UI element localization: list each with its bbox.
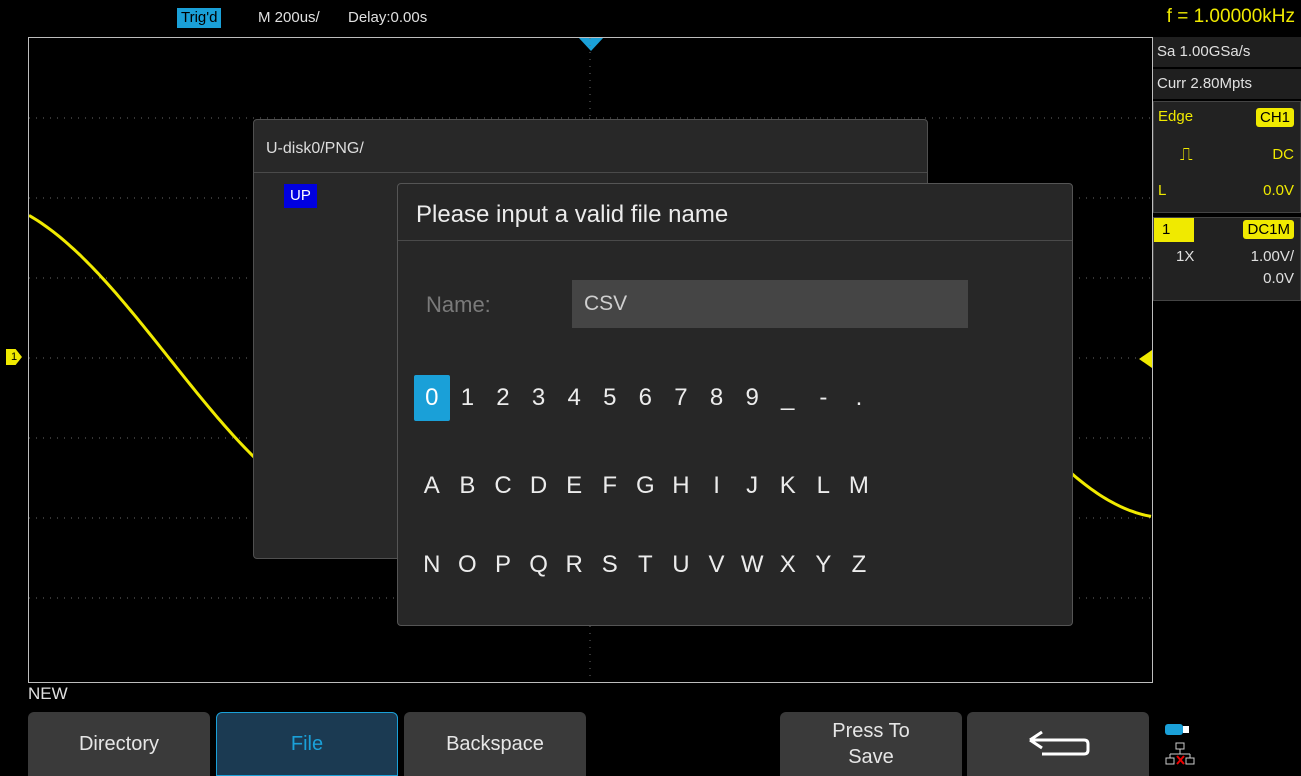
delay: Delay:0.00s [348, 9, 428, 26]
key-c[interactable]: C [485, 463, 521, 509]
ch1-offset-marker[interactable]: 1 [6, 349, 22, 365]
key-s[interactable]: S [592, 542, 628, 588]
key-e[interactable]: E [556, 463, 592, 509]
directory-softkey[interactable]: Directory [28, 712, 210, 776]
key-y[interactable]: Y [806, 542, 842, 588]
key-q[interactable]: Q [521, 542, 557, 588]
press-to-save-softkey[interactable]: Press To Save [780, 712, 962, 776]
status-icons [1153, 712, 1301, 776]
directory-path: U-disk0/PNG/ [266, 140, 364, 157]
keyboard-row-a-m: ABCDEFGHIJKLM [414, 463, 877, 509]
timebase: M 200us/ [258, 9, 320, 26]
keyboard-row-n-z: NOPQRSTUVWXYZ [414, 542, 877, 588]
sample-rate: Sa 1.00GSa/s [1153, 37, 1301, 67]
backspace-softkey[interactable]: Backspace [404, 712, 586, 776]
rising-edge-icon: ⎍ [1180, 144, 1193, 164]
key-j[interactable]: J [734, 463, 770, 509]
name-label: Name: [426, 292, 491, 317]
key-n[interactable]: N [414, 542, 450, 588]
usb-storage-icon [1165, 724, 1189, 735]
key-3[interactable]: 3 [521, 375, 557, 421]
key-0[interactable]: 0 [414, 375, 450, 421]
key-o[interactable]: O [450, 542, 486, 588]
top-status-bar: Trig'd M 200us/ Delay:0.00s f = 1.00000k… [0, 0, 1301, 30]
channel-number: 1 [1154, 218, 1194, 242]
key-4[interactable]: 4 [556, 375, 592, 421]
filename-keyboard-dialog: Please input a valid file name Name: CSV… [397, 183, 1073, 626]
filename-input[interactable]: CSV [572, 280, 968, 328]
trigger-info[interactable]: Edge CH1 ⎍ DC L 0.0V [1153, 101, 1301, 213]
key-v[interactable]: V [699, 542, 735, 588]
trigger-status: Trig'd [177, 8, 222, 28]
channel-impedance: DC1M [1243, 220, 1294, 239]
key-g[interactable]: G [628, 463, 664, 509]
key-2[interactable]: 2 [485, 375, 521, 421]
file-softkey[interactable]: File [216, 712, 398, 776]
key-r[interactable]: R [556, 542, 592, 588]
key-l[interactable]: L [806, 463, 842, 509]
divider [254, 172, 927, 173]
key-p[interactable]: P [485, 542, 521, 588]
key-9[interactable]: 9 [734, 375, 770, 421]
dialog-title: Please input a valid file name [416, 201, 729, 228]
key-8[interactable]: 8 [699, 375, 735, 421]
key-d[interactable]: D [521, 463, 557, 509]
key-b[interactable]: B [450, 463, 486, 509]
key-f[interactable]: F [592, 463, 628, 509]
trigger-level-label: L [1158, 182, 1167, 199]
key-7[interactable]: 7 [663, 375, 699, 421]
trigger-level: 0.0V [1263, 182, 1294, 199]
channel-info[interactable]: 1 DC1M 1X 1.00V/ 0.0V [1153, 217, 1301, 301]
key-dash[interactable]: - [806, 375, 842, 421]
key-u[interactable]: U [663, 542, 699, 588]
key-x[interactable]: X [770, 542, 806, 588]
frequency-readout: f = 1.00000kHz [1166, 6, 1295, 27]
memory-depth: Curr 2.80Mpts [1153, 69, 1301, 99]
network-disconnected-icon [1165, 742, 1195, 765]
divider [398, 240, 1072, 241]
dir-up-item[interactable]: UP [284, 184, 317, 208]
probe-ratio: 1X [1176, 248, 1195, 265]
key-m[interactable]: M [841, 463, 877, 509]
key-z[interactable]: Z [841, 542, 877, 588]
key-h[interactable]: H [663, 463, 699, 509]
key-6[interactable]: 6 [628, 375, 664, 421]
trigger-type: Edge [1158, 108, 1194, 125]
vertical-scale: 1.00V/ [1250, 248, 1294, 265]
key-k[interactable]: K [770, 463, 806, 509]
vertical-offset: 0.0V [1263, 270, 1294, 287]
key-5[interactable]: 5 [592, 375, 628, 421]
key-1[interactable]: 1 [450, 375, 486, 421]
trigger-level-marker[interactable] [1139, 350, 1152, 368]
info-panel: Sa 1.00GSa/s Curr 2.80Mpts Edge CH1 ⎍ DC… [1153, 37, 1301, 301]
keyboard-row-digits: 0 1 2 3 4 5 6 7 8 9 _ -. [414, 375, 877, 421]
trigger-coupling: DC [1272, 146, 1294, 163]
key-dot[interactable]: . [841, 375, 877, 421]
trigger-source: CH1 [1255, 108, 1294, 127]
key-i[interactable]: I [699, 463, 735, 509]
key-t[interactable]: T [628, 542, 664, 588]
back-softkey[interactable] [967, 712, 1149, 776]
key-underscore[interactable]: _ [770, 375, 806, 421]
menu-title: NEW [28, 684, 68, 703]
key-w[interactable]: W [734, 542, 770, 588]
key-a[interactable]: A [414, 463, 450, 509]
return-arrow-icon [1029, 730, 1090, 756]
